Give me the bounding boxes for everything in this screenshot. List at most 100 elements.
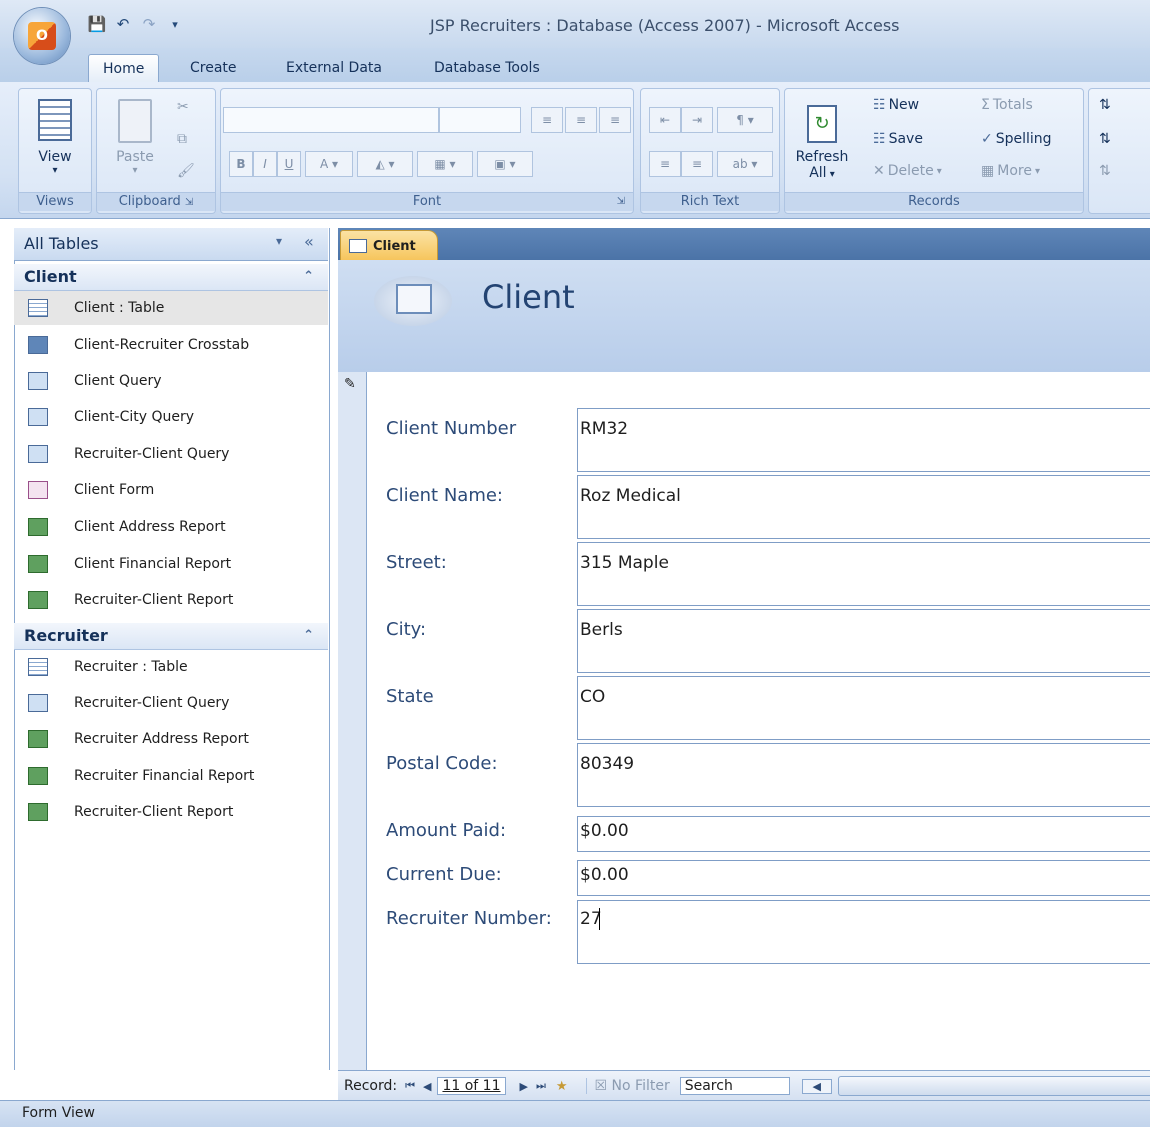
font-size-combo[interactable]: [439, 107, 521, 133]
nav-dropdown-icon[interactable]: ▾: [276, 234, 282, 248]
bold-icon[interactable]: B: [229, 151, 253, 177]
nav-item-recruiter-client-report[interactable]: Recruiter-Client Report: [14, 795, 328, 829]
spelling-button[interactable]: ✓ Spelling: [981, 131, 1052, 147]
format-painter-icon[interactable]: 🖌: [177, 163, 195, 179]
record-selector[interactable]: ✎: [338, 372, 367, 1072]
nav-item-recruiter-client-report[interactable]: Recruiter-Client Report: [14, 583, 328, 617]
highlight-icon[interactable]: ab ▾: [717, 151, 773, 177]
nav-item-recruiter-client-query[interactable]: Recruiter-Client Query: [14, 686, 328, 720]
nav-item-client-table[interactable]: Client : Table: [14, 291, 328, 325]
client-name-value: Roz Medical: [580, 486, 681, 506]
clear-sort-icon[interactable]: ⇅: [1099, 163, 1111, 179]
next-record-icon[interactable]: ▶: [520, 1080, 528, 1093]
shutter-bar-close-icon[interactable]: «: [304, 232, 314, 251]
font-name-combo[interactable]: [223, 107, 439, 133]
nav-item-recruiter-financial-report[interactable]: Recruiter Financial Report: [14, 759, 328, 793]
tab-create[interactable]: Create: [176, 54, 251, 82]
paste-button[interactable]: Paste ▾: [107, 99, 163, 176]
save-icon[interactable]: 💾: [86, 13, 108, 35]
nav-item-recruiter-table[interactable]: Recruiter : Table: [14, 650, 328, 684]
postal-code-field[interactable]: [577, 743, 1150, 807]
amount-paid-field[interactable]: [577, 816, 1150, 852]
new-record-button[interactable]: ☷ New: [873, 97, 919, 113]
tab-home[interactable]: Home: [88, 54, 160, 83]
scroll-left-icon[interactable]: ◀: [801, 1078, 832, 1094]
label-street: Street:: [386, 552, 447, 573]
font-color-icon[interactable]: A ▾: [305, 151, 353, 177]
nav-section-recruiter[interactable]: Recruiter ⌃: [14, 623, 328, 650]
client-number-field[interactable]: [577, 408, 1150, 472]
refresh-all-button[interactable]: ↻ Refresh All ▾: [789, 105, 855, 181]
numbering-icon[interactable]: ≡: [649, 151, 681, 177]
client-name-field[interactable]: [577, 475, 1150, 539]
nav-section-client[interactable]: Client ⌃: [14, 264, 328, 291]
label-amount-paid: Amount Paid:: [386, 820, 507, 841]
nav-item-recruiter-address-report[interactable]: Recruiter Address Report: [14, 722, 328, 756]
navigation-pane-header[interactable]: All Tables ▾ «: [14, 228, 328, 261]
align-left-icon[interactable]: ≡: [531, 107, 563, 133]
paste-dropdown-icon: ▾: [132, 165, 138, 176]
current-record-box[interactable]: 11 of 11: [437, 1077, 506, 1095]
report-icon: [28, 730, 48, 748]
tab-database-tools[interactable]: Database Tools: [420, 54, 554, 82]
fill-color-icon[interactable]: ◭ ▾: [357, 151, 413, 177]
current-due-field[interactable]: [577, 860, 1150, 896]
italic-icon[interactable]: I: [253, 151, 277, 177]
nav-item-client-query[interactable]: Client Query: [14, 364, 328, 398]
more-button[interactable]: ▦ More ▾: [981, 163, 1040, 179]
label-postal-code: Postal Code:: [386, 753, 498, 774]
increase-indent-icon[interactable]: ⇥: [681, 107, 713, 133]
view-dropdown-icon: ▾: [52, 165, 58, 176]
label-client-number: Client Number: [386, 418, 517, 439]
group-records: ↻ Refresh All ▾ ☷ New ☷ Save ✕ Delete ▾ Σ Tot…: [784, 88, 1084, 214]
previous-record-icon[interactable]: ◀: [423, 1080, 431, 1093]
delete-record-button[interactable]: ✕ Delete ▾: [873, 163, 942, 179]
collapse-icon[interactable]: ⌃: [303, 623, 314, 649]
nav-item-client-address-report[interactable]: Client Address Report: [14, 510, 328, 544]
underline-icon[interactable]: U: [277, 151, 301, 177]
bullets-icon[interactable]: ≡: [681, 151, 713, 177]
group-label-records: Records: [785, 192, 1083, 211]
gridlines-icon[interactable]: ▦ ▾: [417, 151, 473, 177]
totals-button[interactable]: Σ Totals: [981, 97, 1033, 113]
search-box[interactable]: Search: [679, 1077, 790, 1095]
decrease-indent-icon[interactable]: ⇤: [649, 107, 681, 133]
nav-item-client-city-query[interactable]: Client-City Query: [14, 400, 328, 434]
street-field[interactable]: [577, 542, 1150, 606]
filter-status[interactable]: ☒ No Filter: [585, 1078, 670, 1094]
align-center-icon[interactable]: ≡: [565, 107, 597, 133]
tab-external-data[interactable]: External Data: [272, 54, 396, 82]
first-record-icon[interactable]: ⏮: [405, 1079, 415, 1093]
save-record-button[interactable]: ☷ Save: [873, 131, 923, 147]
alternate-fill-icon[interactable]: ▣ ▾: [477, 151, 533, 177]
table-icon: [28, 299, 48, 317]
text-direction-icon[interactable]: ¶ ▾: [717, 107, 773, 133]
document-tab-client[interactable]: Client: [340, 230, 438, 261]
horizontal-scrollbar-thumb[interactable]: [837, 1076, 1150, 1096]
new-record-nav-icon[interactable]: ★: [556, 1079, 568, 1094]
copy-icon[interactable]: ⧉: [177, 131, 187, 147]
undo-icon[interactable]: ↶: [112, 13, 134, 35]
nav-item-client-financial-report[interactable]: Client Financial Report: [14, 547, 328, 581]
redo-icon[interactable]: ↷: [138, 13, 160, 35]
collapse-icon[interactable]: ⌃: [303, 264, 314, 290]
sort-ascending-icon[interactable]: ⇅: [1099, 97, 1111, 113]
group-views: View ▾ Views: [18, 88, 92, 214]
status-bar: Form View: [0, 1100, 1150, 1127]
record-navigation-bar: Record: ⏮ ◀ 11 of 11 ▶ ⏭ ★ ☒ No Filter S…: [338, 1070, 1150, 1101]
label-recruiter-number: Recruiter Number:: [386, 908, 552, 929]
align-right-icon[interactable]: ≡: [599, 107, 631, 133]
customize-qat-icon[interactable]: ▾: [164, 13, 186, 35]
nav-item-recruiter-client-query[interactable]: Recruiter-Client Query: [14, 437, 328, 471]
nav-item-crosstab[interactable]: Client-Recruiter Crosstab: [14, 328, 328, 362]
view-button[interactable]: View ▾: [27, 99, 83, 176]
last-record-icon[interactable]: ⏭: [536, 1079, 546, 1093]
state-field[interactable]: [577, 676, 1150, 740]
table-icon: [28, 658, 48, 676]
city-field[interactable]: [577, 609, 1150, 673]
office-button[interactable]: O: [14, 8, 70, 64]
nav-item-client-form[interactable]: Client Form: [14, 473, 328, 507]
recruiter-number-field[interactable]: [577, 900, 1150, 964]
sort-descending-icon[interactable]: ⇅: [1099, 131, 1111, 147]
cut-icon[interactable]: ✂: [177, 99, 189, 115]
